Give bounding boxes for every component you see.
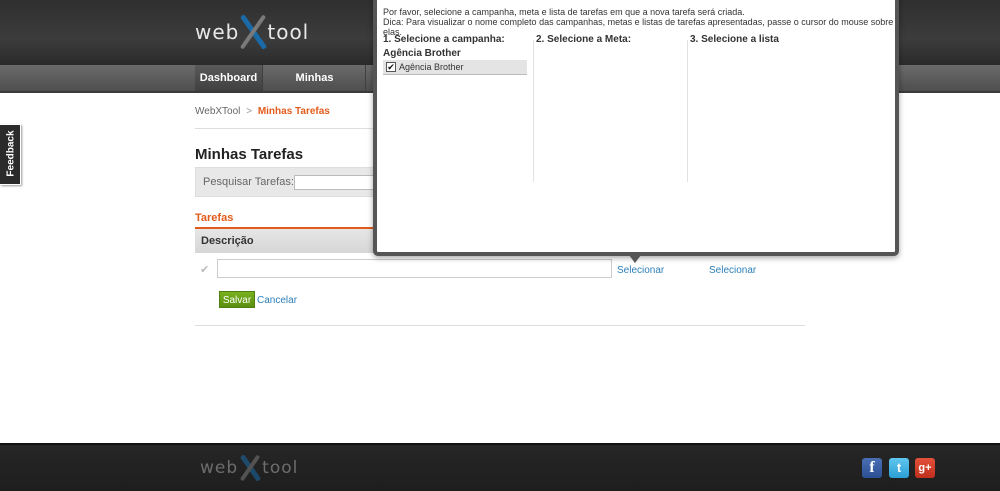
footer: web tool f t g+ [0, 443, 1000, 491]
logo-text-right: tool [267, 20, 310, 44]
footer-logo-text-left: web [200, 458, 239, 478]
breadcrumb-current: Minhas Tarefas [257, 106, 330, 117]
search-bar: Pesquisar Tarefas: [195, 167, 384, 197]
nav-dashboard[interactable]: Dashboard [195, 65, 263, 91]
new-task-input[interactable] [217, 259, 612, 278]
check-icon[interactable]: ✔ [200, 263, 212, 276]
column-descricao: Descrição [201, 235, 254, 247]
footer-logo-text-right: tool [262, 458, 299, 478]
column-divider [533, 40, 534, 182]
column-divider [687, 40, 688, 182]
facebook-icon[interactable]: f [862, 458, 882, 478]
tab-tarefas[interactable]: Tarefas [195, 212, 233, 224]
twitter-icon[interactable]: t [889, 458, 909, 478]
footer-logo: web tool [200, 453, 298, 483]
popup-instructions: Por favor, selecione a campanha, meta e … [383, 7, 895, 37]
logo-x-icon [240, 12, 268, 52]
nav-minhas-campanhas[interactable]: Minhas Campanhas [264, 65, 366, 110]
divider [195, 128, 375, 129]
campaign-item[interactable]: ✔ Agência Brother [383, 60, 527, 75]
breadcrumb-separator: > [246, 106, 253, 117]
page-title: Minhas Tarefas [195, 146, 304, 163]
google-plus-icon[interactable]: g+ [915, 458, 935, 478]
select-location-popup: Por favor, selecione a campanha, meta e … [373, 0, 899, 256]
logo-x-icon [239, 453, 262, 483]
breadcrumb: WebXTool > Minhas Tarefas [195, 106, 330, 117]
column-campanha-header: 1. Selecione a campanha: [383, 34, 505, 45]
select-list-link[interactable]: Selecionar [709, 265, 756, 276]
feedback-label: Feedback [5, 130, 17, 177]
search-label: Pesquisar Tarefas: [203, 176, 294, 188]
select-meta-link[interactable]: Selecionar [617, 265, 664, 276]
logo-text-left: web [195, 20, 240, 44]
page: web tool Dashboard Minhas Campanhas WebX… [0, 0, 1000, 491]
feedback-tab[interactable]: Feedback [0, 124, 21, 185]
search-input[interactable] [294, 175, 384, 190]
campaign-group-label: Agência Brother [383, 48, 461, 59]
popup-instruction-line1: Por favor, selecione a campanha, meta e … [383, 7, 745, 17]
cancel-link[interactable]: Cancelar [257, 295, 297, 306]
save-button[interactable]: Salvar [219, 291, 255, 308]
popup-pointer [629, 255, 641, 263]
breadcrumb-root[interactable]: WebXTool [195, 106, 240, 117]
column-lista-header: 3. Selecione a lista [690, 34, 779, 45]
table-header: Descrição [195, 229, 375, 253]
campaign-name: Agência Brother [399, 62, 464, 72]
webxtool-logo[interactable]: web tool [195, 12, 309, 52]
column-meta-header: 2. Selecione a Meta: [536, 34, 632, 45]
checkbox-checked-icon[interactable]: ✔ [386, 62, 396, 72]
divider [195, 325, 805, 326]
